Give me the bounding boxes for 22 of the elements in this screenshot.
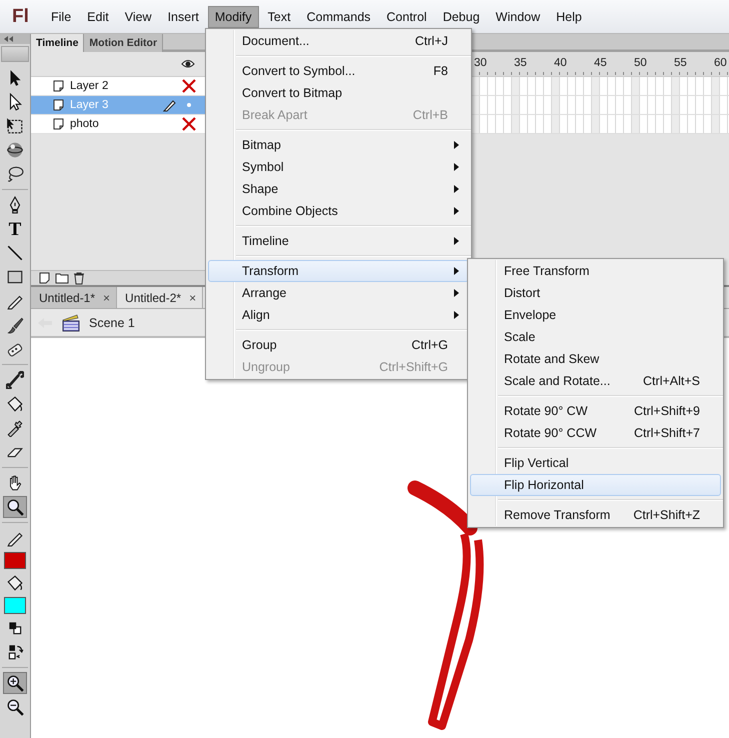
shortcut-label: F8	[433, 64, 448, 78]
document-tab-label: Untitled-1*	[39, 290, 96, 304]
shortcut-label: Ctrl+Shift+7	[634, 426, 700, 440]
shortcut-label: Ctrl+G	[412, 338, 448, 352]
frame-number: 40	[554, 57, 567, 69]
frame-number: 45	[594, 57, 607, 69]
shortcut-label: Ctrl+Shift+9	[634, 404, 700, 418]
shortcut-label: Ctrl+B	[412, 108, 448, 122]
layer-name: Layer 2	[70, 80, 110, 92]
layer-name: Layer 3	[70, 99, 110, 111]
frame-number: 50	[634, 57, 647, 69]
frame-number: 55	[674, 57, 687, 69]
document-tab-label: Untitled-2*	[125, 290, 182, 304]
layer-name: photo	[70, 118, 100, 130]
shortcut-label: Ctrl+Shift+G	[379, 360, 448, 374]
frame-number: 60	[714, 57, 727, 69]
shortcut-label: Ctrl+Shift+Z	[633, 508, 700, 522]
shortcut-label: Ctrl+J	[415, 34, 448, 48]
frame-number: 35	[514, 57, 527, 69]
app-logo: Fl	[11, 6, 30, 28]
frame-number: 30	[474, 57, 487, 69]
shortcut-label: Ctrl+Alt+S	[643, 374, 700, 388]
